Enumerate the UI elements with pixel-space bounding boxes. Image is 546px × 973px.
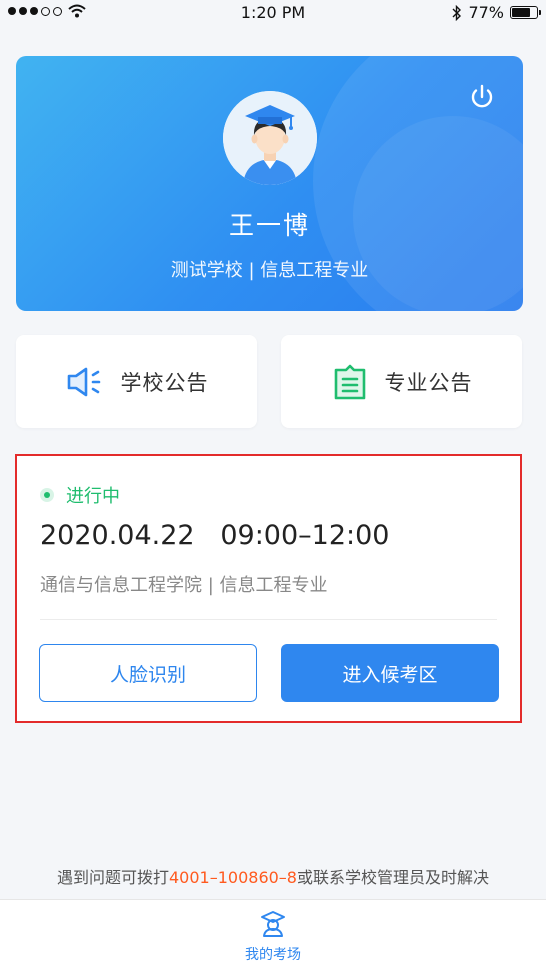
- document-icon: [334, 364, 365, 399]
- enter-waiting-room-button[interactable]: 进入候考区: [281, 644, 499, 702]
- exam-datetime: 2020.04.22 09:00–12:00: [40, 520, 390, 551]
- profile-card: 王一博 测试学校 | 信息工程专业: [16, 56, 523, 311]
- major-notice-label: 专业公告: [384, 370, 473, 395]
- battery-icon: [510, 6, 541, 19]
- face-recognition-button[interactable]: 人脸识别: [39, 644, 257, 702]
- exam-card: 进行中 2020.04.22 09:00–12:00 通信与信息工程学院 | 信…: [17, 456, 520, 721]
- graduate-avatar-icon: [223, 91, 317, 185]
- exam-department: 通信与信息工程学院 | 信息工程专业: [40, 575, 328, 596]
- status-dot-icon: [40, 488, 54, 502]
- student-name: 王一博: [228, 211, 310, 240]
- school-major: 测试学校 | 信息工程专业: [170, 260, 369, 281]
- battery-percent: 77%: [468, 3, 504, 22]
- school-notice-button[interactable]: 学校公告: [16, 335, 257, 428]
- battery-area: 77%: [452, 3, 541, 22]
- bluetooth-icon: [452, 4, 462, 21]
- exam-room-icon: [261, 911, 285, 937]
- avatar: [223, 91, 317, 185]
- divider: [40, 619, 497, 620]
- status-bar: 1:20 PM 77%: [0, 0, 546, 26]
- help-prefix: 遇到问题可拨打: [56, 868, 169, 887]
- help-phone[interactable]: 4001–100860–8: [169, 868, 297, 887]
- speaker-icon: [67, 367, 100, 396]
- major-notice-button[interactable]: 专业公告: [281, 335, 522, 428]
- exam-status: 进行中: [40, 482, 120, 508]
- school-notice-label: 学校公告: [120, 370, 209, 395]
- power-icon[interactable]: [467, 82, 497, 112]
- help-text: 遇到问题可拨打4001–100860–8或联系学校管理员及时解决: [0, 864, 546, 888]
- tab-my-exam-room-label: 我的考场: [245, 947, 301, 963]
- tab-bar: 我的考场: [0, 899, 546, 973]
- tab-my-exam-room[interactable]: 我的考场: [0, 910, 546, 964]
- exam-status-label: 进行中: [66, 486, 120, 507]
- help-suffix: 或联系学校管理员及时解决: [296, 868, 489, 887]
